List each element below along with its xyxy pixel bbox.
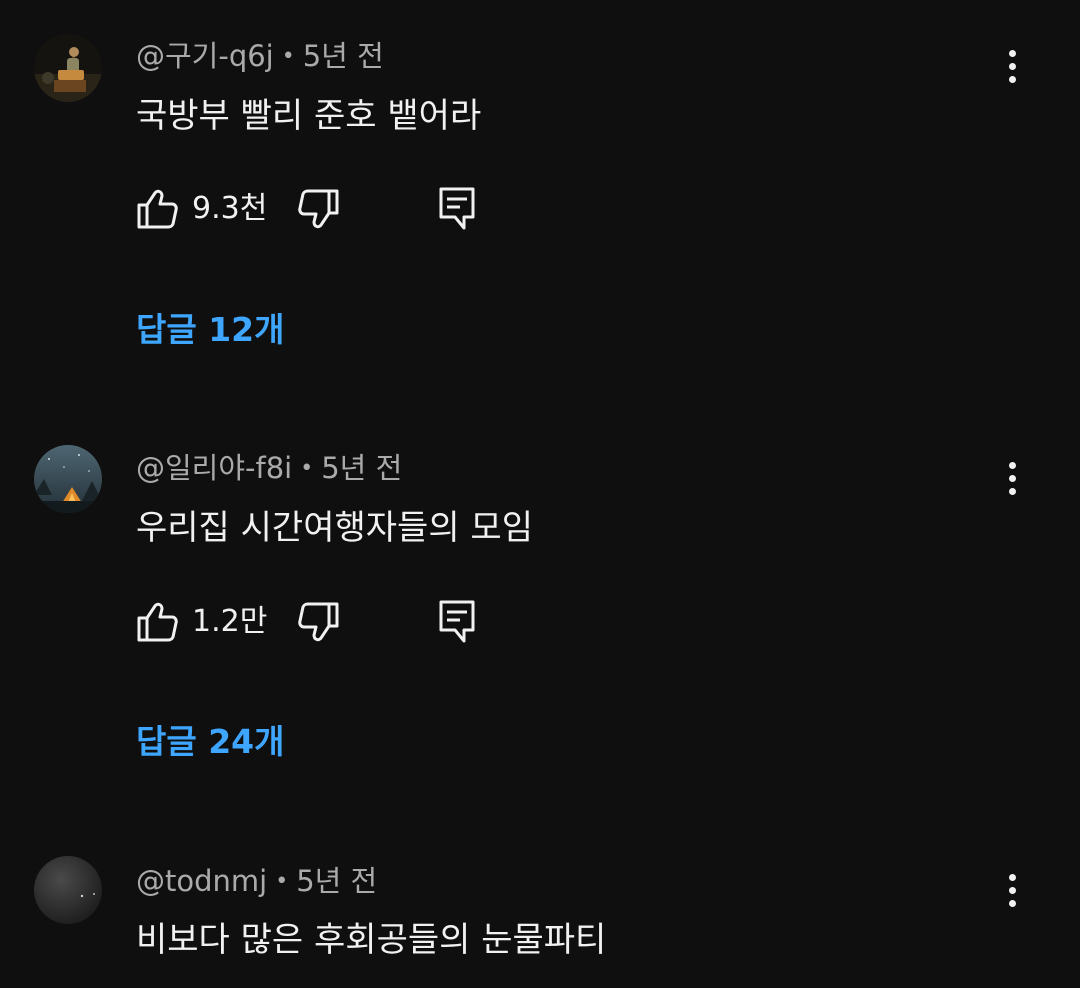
thumbs-down-icon (298, 602, 339, 642)
like-button[interactable]: 9.3천 (136, 185, 276, 233)
comment-text: 우리집 시간여행자들의 모임 (136, 508, 533, 548)
view-replies-link[interactable]: 답글 12개 (136, 308, 285, 352)
like-count: 1.2만 (192, 604, 268, 639)
avatar-image (34, 445, 102, 513)
author-handle[interactable]: @todnmj (136, 864, 267, 898)
comment-text: 국방부 빨리 준호 뱉어라 (136, 96, 482, 136)
avatar-image (34, 856, 102, 924)
separator-dot: • (300, 456, 314, 481)
like-button[interactable]: 1.2만 (136, 598, 276, 646)
comment-meta: @일리야-f8i • 5년 전 (136, 448, 402, 489)
comment-text: 비보다 많은 후회공들의 눈물파티 (136, 920, 607, 960)
avatar[interactable] (34, 34, 102, 102)
comment-meta: @todnmj • 5년 전 (136, 861, 377, 902)
reply-button[interactable] (436, 598, 480, 646)
more-vertical-icon (1009, 462, 1016, 469)
comment-time: 5년 전 (302, 39, 384, 73)
comment-menu-button[interactable] (990, 450, 1034, 506)
comment-time: 5년 전 (321, 451, 403, 485)
dislike-button[interactable] (296, 598, 340, 646)
separator-dot: • (275, 869, 289, 894)
more-vertical-icon (1009, 874, 1016, 881)
avatar[interactable] (34, 445, 102, 513)
comment-time: 5년 전 (296, 864, 378, 898)
separator-dot: • (281, 44, 295, 69)
dislike-button[interactable] (296, 185, 340, 233)
avatar-image (34, 34, 102, 102)
comment-icon (439, 600, 475, 643)
reply-button[interactable] (436, 185, 480, 233)
view-replies-link[interactable]: 답글 24개 (136, 720, 285, 764)
comment-icon (439, 187, 475, 230)
like-count: 9.3천 (192, 191, 268, 226)
comment-menu-button[interactable] (990, 862, 1034, 918)
comment-menu-button[interactable] (990, 38, 1034, 94)
more-vertical-icon (1009, 50, 1016, 57)
thumbs-down-icon (298, 189, 339, 229)
thumbs-up-icon (137, 602, 178, 642)
author-handle[interactable]: @구기-q6j (136, 39, 274, 73)
thumbs-up-icon (137, 189, 178, 229)
avatar[interactable] (34, 856, 102, 924)
comment-meta: @구기-q6j • 5년 전 (136, 36, 384, 77)
author-handle[interactable]: @일리야-f8i (136, 451, 292, 485)
